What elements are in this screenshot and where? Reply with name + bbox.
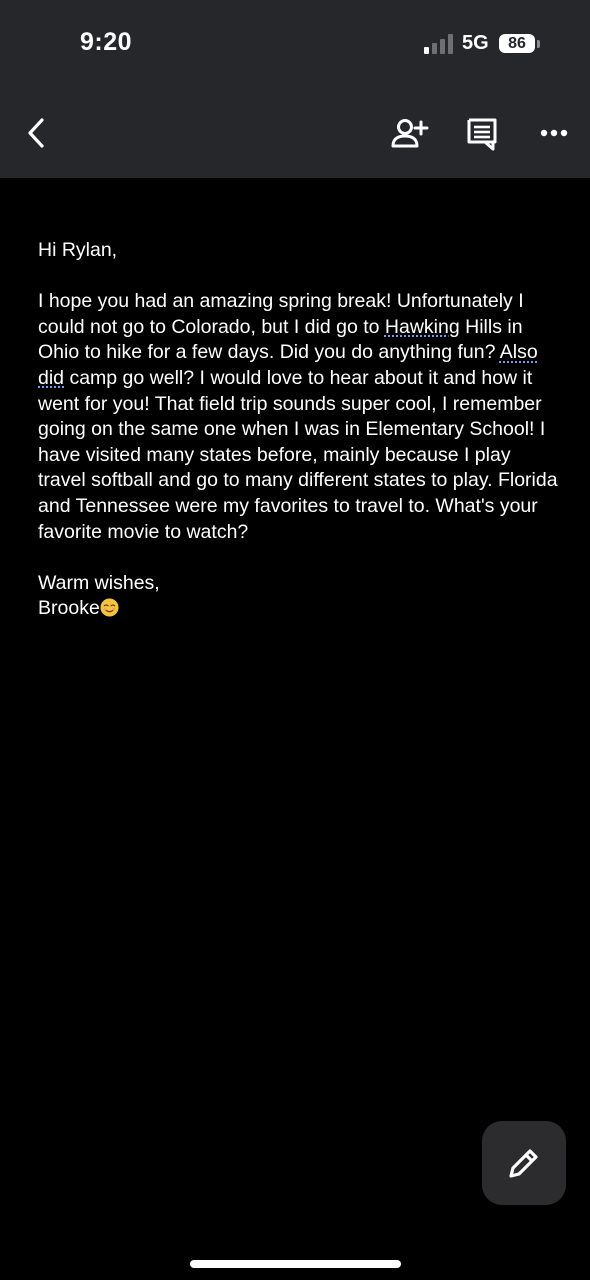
spellcheck-word-hawking[interactable]: Hawking: [385, 316, 460, 338]
signal-bar-3: [440, 39, 445, 54]
comment-icon[interactable]: [466, 117, 498, 151]
battery-level: 86: [508, 35, 526, 52]
battery-tip: [537, 40, 540, 48]
signal-bar-1: [424, 47, 429, 54]
letter-signature: Brooke: [38, 597, 100, 620]
more-horizontal-icon[interactable]: [540, 127, 568, 139]
relieved-face-emoji: [100, 598, 119, 617]
letter-signature-line: Brooke: [38, 596, 558, 622]
letter-greeting: Hi Rylan,: [38, 239, 118, 261]
add-person-icon[interactable]: [390, 118, 430, 150]
pencil-icon: [509, 1149, 538, 1178]
chevron-left-icon[interactable]: [22, 116, 52, 150]
letter-paragraph: I hope you had an amazing spring break! …: [38, 289, 558, 545]
signal-bar-4: [448, 34, 453, 54]
edit-fab-button[interactable]: [482, 1121, 566, 1205]
letter-closing: Warm wishes,: [38, 571, 160, 594]
app-toolbar: 9:20 5G 86: [0, 0, 590, 178]
status-time: 9:20: [80, 28, 133, 56]
battery-icon: 86: [499, 34, 535, 53]
body-text-3: camp go well? I would love to hear about…: [38, 366, 558, 543]
home-indicator[interactable]: [190, 1260, 401, 1268]
network-type: 5G: [462, 32, 489, 54]
document-body[interactable]: Hi Rylan, I hope you had an amazing spri…: [38, 238, 558, 622]
cellular-signal-icon: [424, 34, 454, 54]
signal-bar-2: [432, 43, 437, 54]
